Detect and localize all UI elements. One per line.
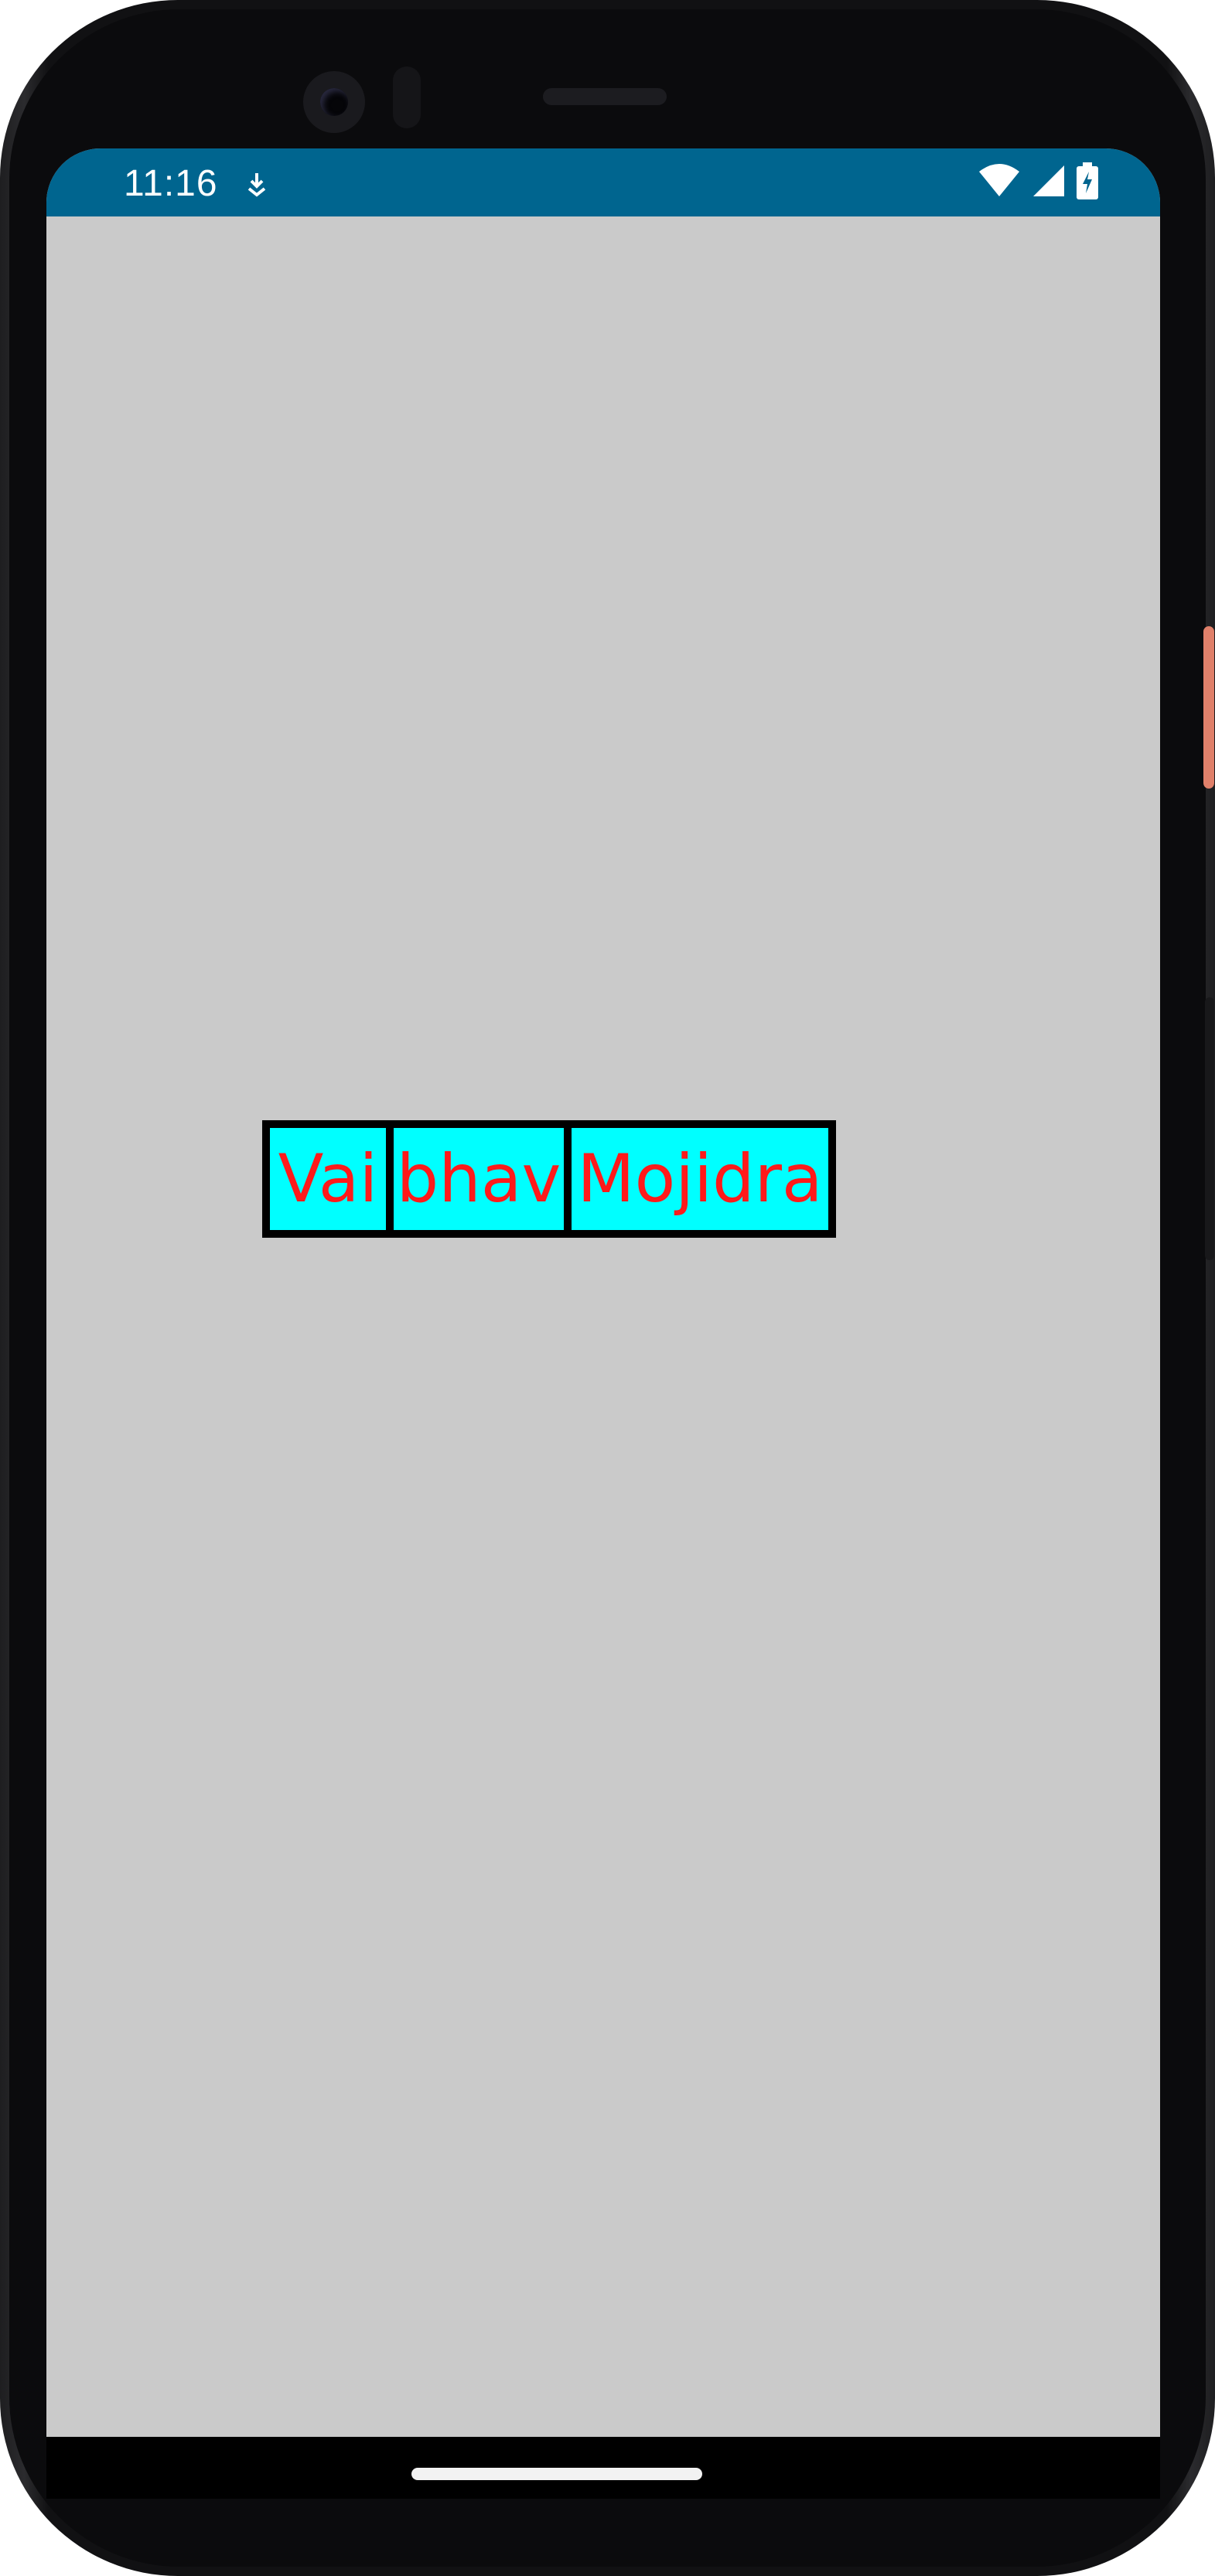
home-gesture-bar[interactable] — [411, 2468, 702, 2480]
status-time: 11:16 — [124, 163, 218, 204]
power-button — [1203, 626, 1214, 789]
status-icons — [978, 162, 1098, 203]
volume-button — [1205, 997, 1214, 1260]
phone-frame: 11:16 Vai bhav Mojidra — [0, 0, 1215, 2576]
name-part-text: bhav — [396, 1140, 561, 1218]
battery-charging-icon — [1077, 162, 1098, 203]
app-content — [46, 216, 1160, 2428]
name-part-box: Mojidra — [572, 1128, 828, 1230]
name-row: Vai bhav Mojidra — [262, 1120, 836, 1238]
download-icon — [241, 169, 272, 199]
proximity-sensor — [393, 66, 421, 128]
name-part-text: Mojidra — [577, 1140, 823, 1218]
signal-icon — [1032, 164, 1066, 202]
name-part-box: bhav — [394, 1128, 564, 1230]
device-screen: 11:16 — [46, 148, 1160, 2499]
status-bar: 11:16 — [46, 148, 1160, 216]
front-camera — [303, 71, 365, 133]
wifi-icon — [978, 163, 1021, 202]
name-part-text: Vai — [278, 1140, 378, 1218]
earpiece-speaker — [543, 88, 667, 105]
name-part-box: Vai — [270, 1128, 386, 1230]
